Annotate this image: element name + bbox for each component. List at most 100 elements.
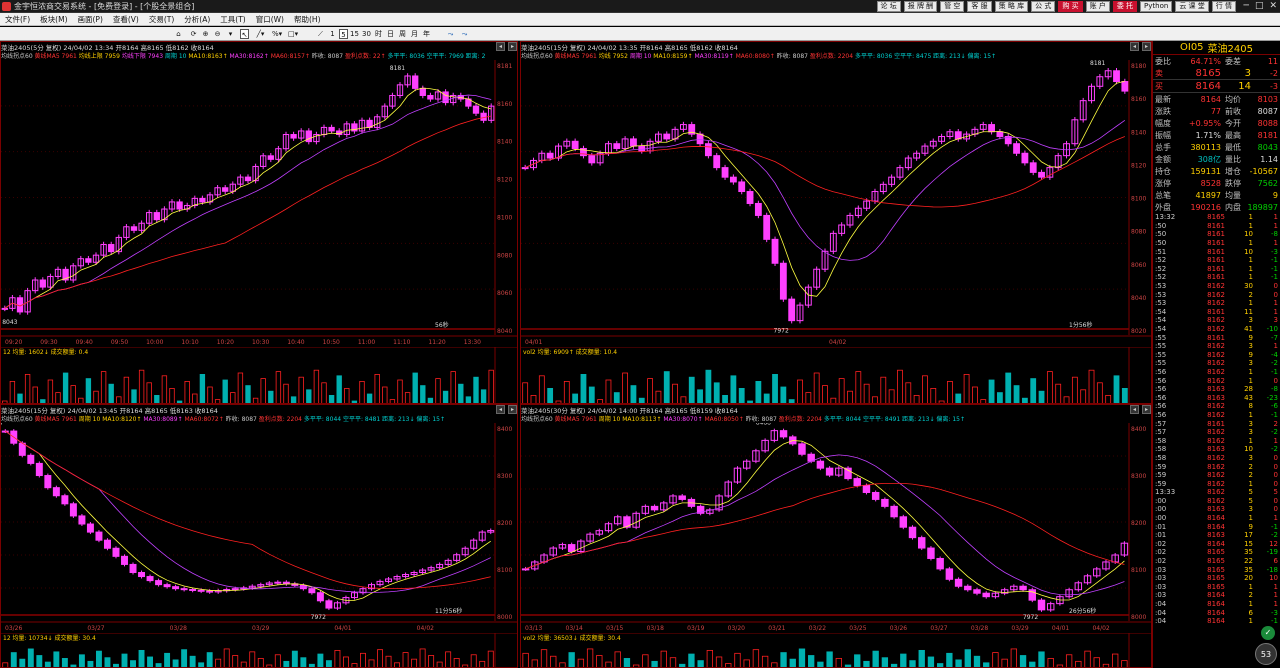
- tick-price: 8161: [1207, 247, 1225, 256]
- menu-item-8[interactable]: 帮助(H): [289, 14, 326, 25]
- panel-nav-button[interactable]: ◂: [1129, 405, 1139, 414]
- quote-value: 308亿: [1197, 154, 1221, 164]
- volume-bar: [47, 379, 54, 403]
- volume-bar: [522, 382, 529, 403]
- tick-change: -23: [1266, 393, 1278, 402]
- candle-body: [521, 167, 529, 170]
- notification-badge[interactable]: 53: [1255, 643, 1277, 665]
- maximize-icon[interactable]: □: [1255, 1, 1264, 11]
- menu-item-5[interactable]: 分析(A): [179, 14, 215, 25]
- menu-item-6[interactable]: 工具(T): [215, 14, 250, 25]
- top-button-2[interactable]: 管 空: [940, 1, 965, 12]
- candle-body: [788, 298, 796, 322]
- zoom-in-icon[interactable]: ⊕: [201, 29, 210, 39]
- top-button-0[interactable]: 论 坛: [876, 1, 901, 12]
- volume-bar: [169, 388, 175, 403]
- candle-body: [69, 503, 77, 517]
- indicator-value: 均线拐点60: [1, 53, 35, 60]
- candlestick-chart: 8410 7972 11分56秒 8400 8300 8200 8100 8000 03/26 0…: [1, 423, 517, 632]
- volume-bar: [1010, 648, 1018, 667]
- panel-nav-button[interactable]: ▸: [507, 42, 517, 51]
- menu-item-7[interactable]: 窗口(W): [251, 14, 289, 25]
- period-5min[interactable]: 5: [339, 29, 348, 39]
- line-tool-icon[interactable]: ╱▾: [256, 29, 265, 39]
- menu-item-1[interactable]: 板块(M): [35, 14, 72, 25]
- menu-item-4[interactable]: 交易(T): [144, 14, 179, 25]
- volume-bar: [772, 373, 778, 403]
- volume-bar: [1112, 653, 1119, 667]
- x-tick: 11:00: [358, 339, 375, 346]
- panel-nav-button[interactable]: ◂: [495, 405, 505, 414]
- volume-bar: [835, 658, 842, 667]
- shield-icon[interactable]: ✓: [1261, 626, 1275, 640]
- tick-row: :54 8161 11 1: [1153, 308, 1280, 317]
- top-button-3[interactable]: 客 服: [967, 1, 992, 12]
- period-hour[interactable]: 时: [374, 29, 383, 39]
- cursor-icon[interactable]: ↖: [240, 29, 249, 39]
- refresh-icon[interactable]: ⟳: [189, 29, 198, 39]
- shape-tool-icon[interactable]: □▾: [288, 29, 298, 39]
- menu-item-2[interactable]: 画面(P): [73, 14, 108, 25]
- volume-bar: [445, 651, 452, 667]
- volume-bar: [855, 371, 862, 403]
- top-button-9[interactable]: Python: [1140, 1, 1173, 12]
- top-button-8[interactable]: 委 托: [1112, 1, 1138, 12]
- volume-bar: [872, 396, 878, 403]
- line-chart-icon[interactable]: ⟋: [316, 29, 325, 39]
- tick-time: :03: [1155, 574, 1167, 583]
- home-icon[interactable]: ⌂: [174, 29, 183, 39]
- x-tick: 03/27: [930, 625, 947, 632]
- period-day[interactable]: 日: [386, 29, 395, 39]
- dropdown-icon[interactable]: ▾: [226, 29, 235, 39]
- candle-body: [696, 133, 704, 145]
- tick-price: 8165: [1207, 557, 1225, 566]
- period-1min[interactable]: 1: [328, 29, 337, 39]
- bid-row[interactable]: 买 8164 14 -3: [1153, 80, 1280, 93]
- volume-bar: [605, 661, 612, 667]
- panel-nav-button[interactable]: ◂: [495, 42, 505, 51]
- menu-item-0[interactable]: 文件(F): [0, 14, 35, 25]
- indicator-value: 周期 10: [598, 416, 623, 423]
- tick-time: :52: [1155, 273, 1167, 282]
- period-week[interactable]: 周: [398, 29, 407, 39]
- top-button-7[interactable]: 账 户: [1085, 1, 1110, 12]
- volume-bar: [368, 659, 375, 667]
- zoom-out-icon[interactable]: ⊖: [213, 29, 222, 39]
- volume-bar: [1121, 388, 1128, 403]
- period-15min[interactable]: 15: [350, 29, 359, 39]
- minimize-icon[interactable]: ─: [1244, 1, 1249, 11]
- volume-bar: [155, 663, 162, 667]
- formula-icon[interactable]: ⤳: [460, 29, 469, 39]
- top-button-11[interactable]: 行 情: [1211, 1, 1236, 12]
- volume-bar: [651, 660, 658, 667]
- top-button-1[interactable]: 报 牌 酬: [903, 1, 938, 12]
- tick-volume: 5: [1248, 488, 1253, 497]
- candle-body: [571, 140, 579, 149]
- tick-time: :56: [1155, 376, 1167, 385]
- volume-bar: [382, 386, 388, 403]
- volume-bar: [479, 660, 486, 667]
- tick-time: :50: [1155, 239, 1167, 248]
- panel-nav-button[interactable]: ▸: [1141, 42, 1151, 51]
- top-button-10[interactable]: 云 课 堂: [1175, 1, 1209, 12]
- candle-body: [918, 537, 926, 549]
- period-month[interactable]: 月: [410, 29, 419, 39]
- volume-bar: [586, 648, 594, 667]
- panel-nav-button[interactable]: ▸: [1141, 405, 1151, 414]
- close-icon[interactable]: ✕: [1269, 1, 1277, 11]
- menu-item-3[interactable]: 查看(V): [108, 14, 144, 25]
- top-button-6[interactable]: 购 买: [1058, 1, 1083, 12]
- indicator-icon[interactable]: ⤳: [446, 29, 455, 39]
- panel-nav-button[interactable]: ◂: [1129, 42, 1139, 51]
- ask-row[interactable]: 卖 8165 3 -2: [1153, 67, 1280, 80]
- top-button-5[interactable]: 公 式: [1031, 1, 1056, 12]
- panel-nav-button[interactable]: ▸: [507, 405, 517, 414]
- candle-body: [112, 547, 120, 557]
- period-30min[interactable]: 30: [362, 29, 371, 39]
- candle-body: [763, 214, 771, 240]
- candle-body: [78, 515, 86, 525]
- tick-change: 1: [1273, 600, 1278, 609]
- top-button-4[interactable]: 策 略 库: [994, 1, 1029, 12]
- percent-tool-icon[interactable]: %▾: [272, 29, 282, 39]
- period-year[interactable]: 年: [422, 29, 431, 39]
